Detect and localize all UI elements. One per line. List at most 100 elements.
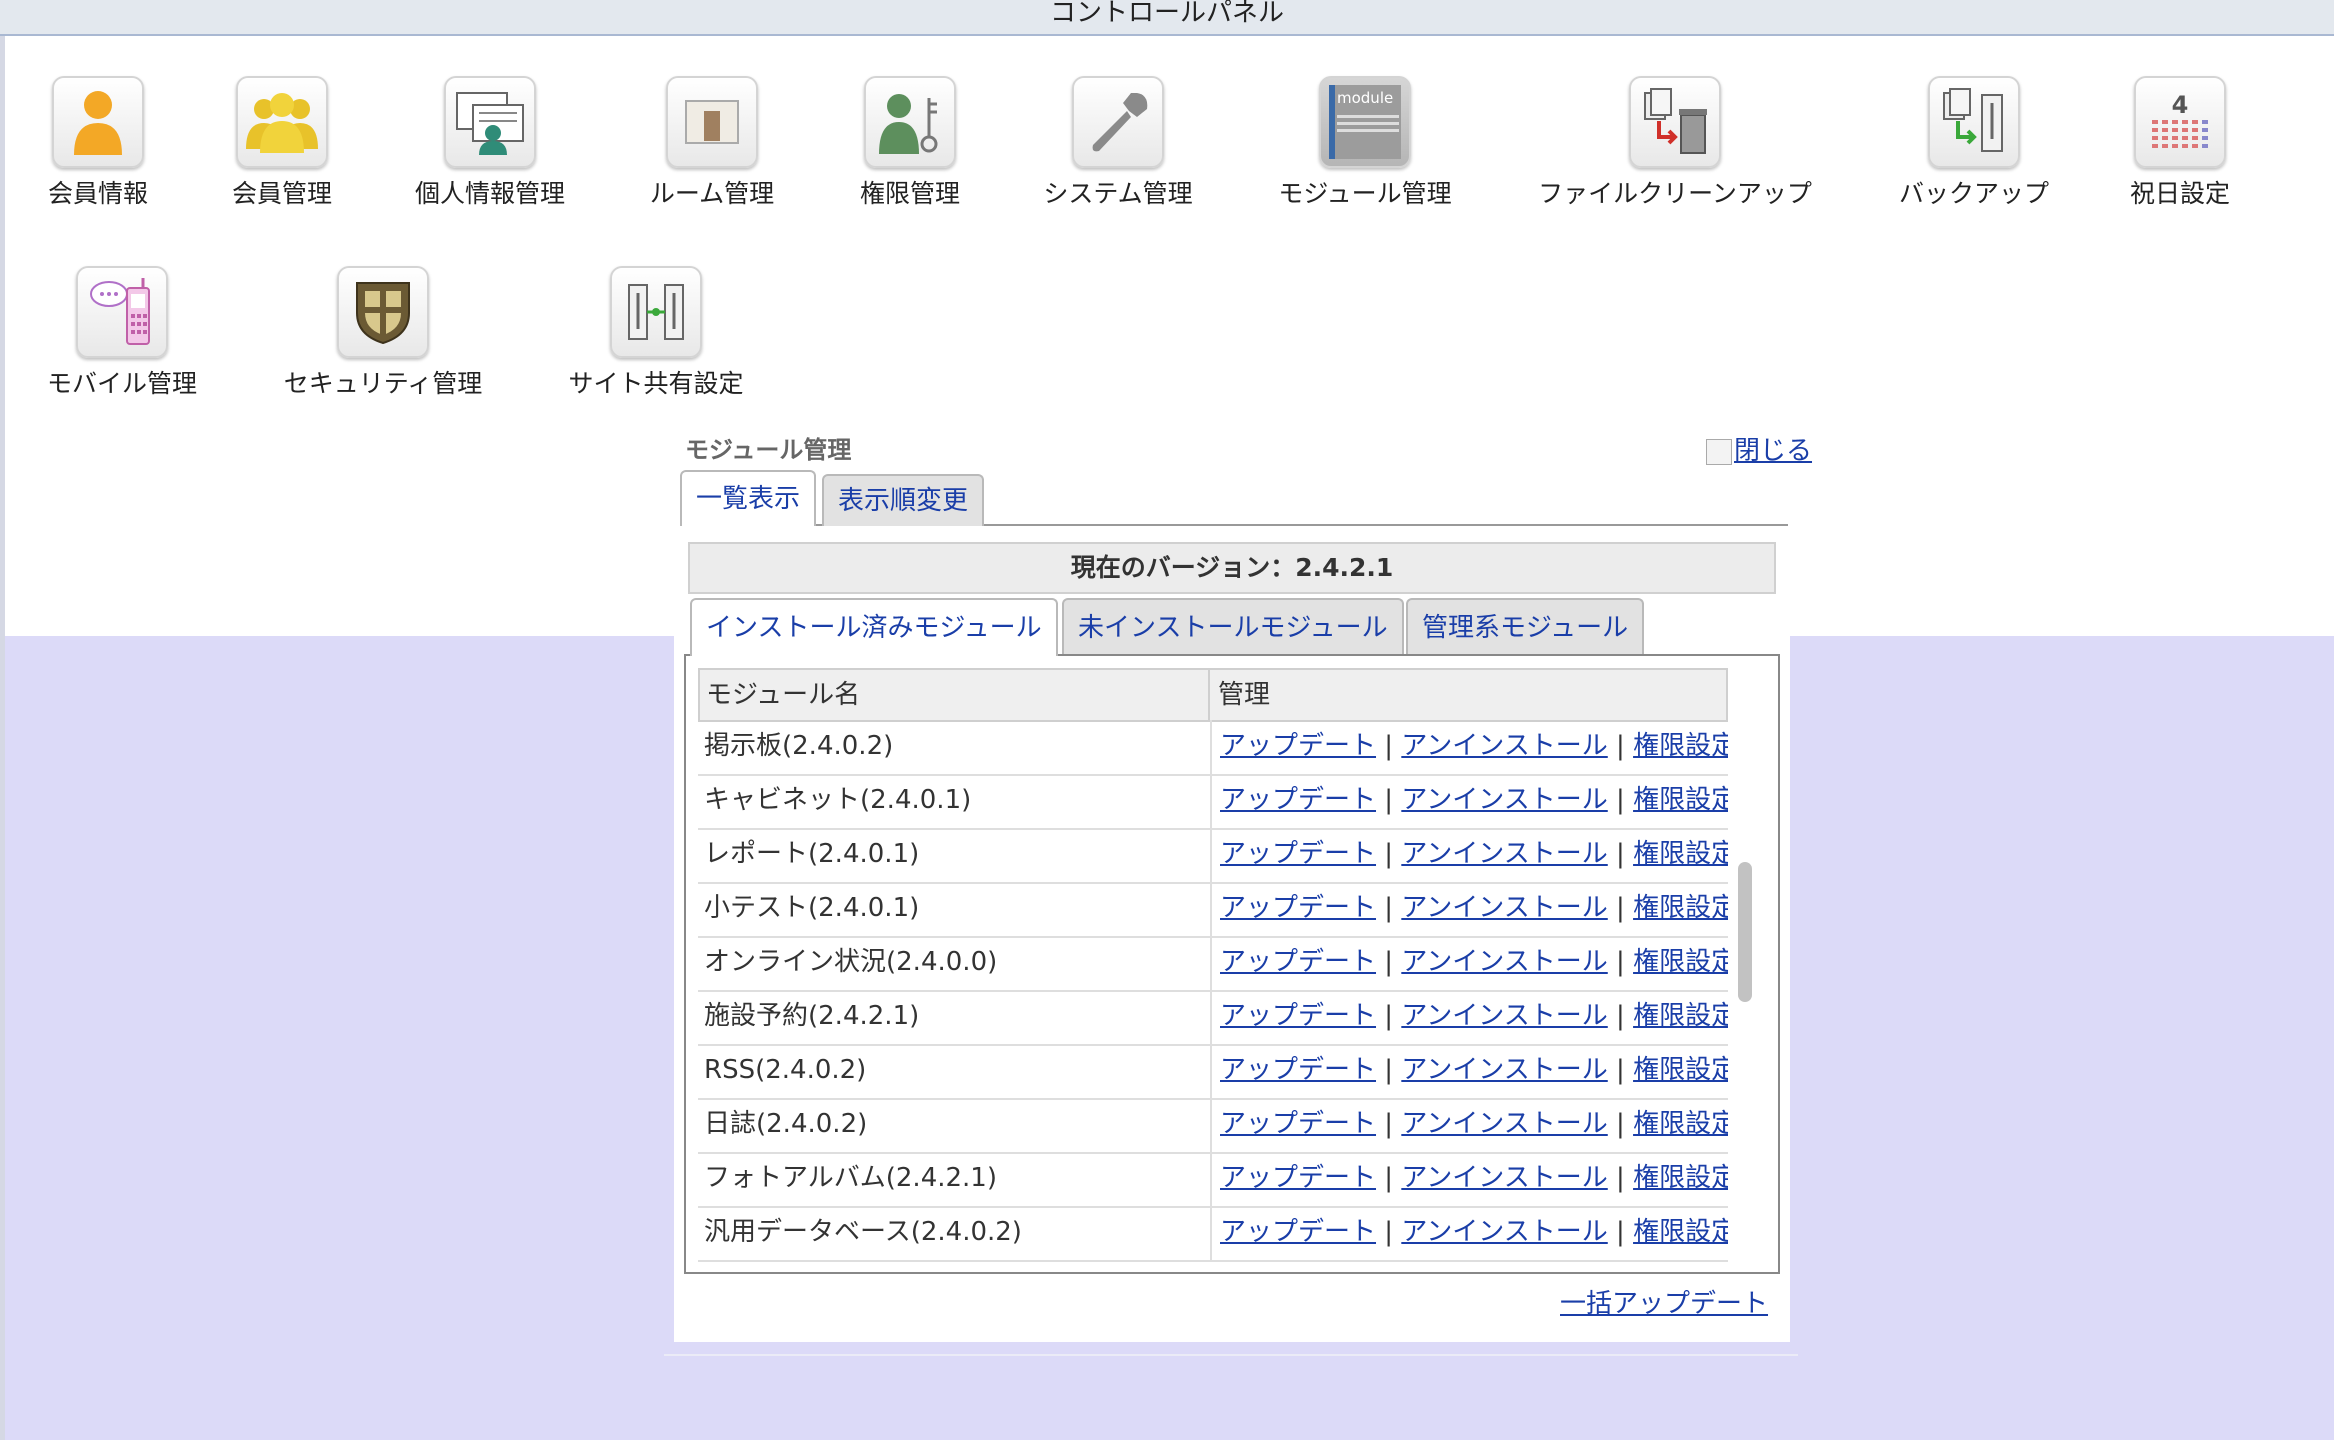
table-row: RSS(2.4.0.2) アップデート | アンインストール | 権限設定 bbox=[698, 1044, 1728, 1100]
column-divider bbox=[1210, 990, 1212, 1044]
separator: | bbox=[1384, 947, 1394, 977]
file-cleanup-trash-icon bbox=[1629, 76, 1721, 168]
table-row: 日誌(2.4.0.2) アップデート | アンインストール | 権限設定 bbox=[698, 1098, 1728, 1154]
module-actions: アップデート | アンインストール | 権限設定 bbox=[1220, 1206, 1728, 1258]
table-header: モジュール名 管理 bbox=[698, 668, 1728, 722]
separator: | bbox=[1384, 893, 1394, 923]
mobile-management-item[interactable]: モバイル管理 bbox=[44, 266, 200, 400]
column-divider bbox=[1210, 1206, 1212, 1260]
permission-settings-link[interactable]: 権限設定 bbox=[1633, 893, 1728, 923]
tab-admin-modules[interactable]: 管理系モジュール bbox=[1406, 598, 1645, 656]
member-info-item[interactable]: 会員情報 bbox=[40, 76, 156, 210]
module-icon: module bbox=[1319, 76, 1411, 168]
uninstall-link[interactable]: アンインストール bbox=[1401, 1055, 1607, 1085]
separator: | bbox=[1616, 1109, 1625, 1139]
uninstall-link[interactable]: アンインストール bbox=[1401, 893, 1607, 923]
update-link[interactable]: アップデート bbox=[1220, 785, 1376, 815]
uninstall-link[interactable]: アンインストール bbox=[1401, 947, 1607, 977]
icon-label: 個人情報管理 bbox=[414, 179, 565, 208]
permission-settings-link[interactable]: 権限設定 bbox=[1633, 1109, 1728, 1139]
separator: | bbox=[1616, 1055, 1625, 1085]
window-title: コントロールパネル bbox=[0, 0, 2334, 36]
uninstall-link[interactable]: アンインストール bbox=[1401, 1109, 1607, 1139]
permission-settings-link[interactable]: 権限設定 bbox=[1633, 1055, 1728, 1085]
security-management-item[interactable]: セキュリティ管理 bbox=[278, 266, 488, 400]
users-icon bbox=[236, 76, 328, 168]
column-divider bbox=[1210, 720, 1212, 774]
module-icon-text: module bbox=[1337, 89, 1394, 107]
update-link[interactable]: アップデート bbox=[1220, 839, 1376, 869]
backup-icon bbox=[1928, 76, 2020, 168]
permission-settings-link[interactable]: 権限設定 bbox=[1633, 947, 1728, 977]
user-icon bbox=[52, 76, 144, 168]
holiday-settings-item[interactable]: 4 祝日設定 bbox=[2120, 76, 2240, 210]
site-share-settings-item[interactable]: サイト共有設定 bbox=[564, 266, 748, 400]
table-row: 施設予約(2.4.2.1) アップデート | アンインストール | 権限設定 bbox=[698, 990, 1728, 1046]
calendar-day-text: 4 bbox=[2171, 91, 2189, 119]
separator: | bbox=[1616, 731, 1625, 761]
column-header-management: 管理 bbox=[1218, 680, 1271, 710]
update-link[interactable]: アップデート bbox=[1220, 893, 1376, 923]
table-scrollbar[interactable] bbox=[1738, 862, 1752, 1002]
uninstall-link[interactable]: アンインストール bbox=[1401, 731, 1607, 761]
update-link[interactable]: アップデート bbox=[1220, 1109, 1376, 1139]
module-actions: アップデート | アンインストール | 権限設定 bbox=[1220, 1152, 1728, 1204]
tab-uninstalled-modules[interactable]: 未インストールモジュール bbox=[1062, 598, 1404, 656]
uninstall-link[interactable]: アンインストール bbox=[1401, 1001, 1607, 1031]
panel-bottom-line bbox=[664, 1354, 1798, 1356]
backup-item[interactable]: バックアップ bbox=[1894, 76, 2054, 210]
uninstall-link[interactable]: アンインストール bbox=[1401, 1163, 1607, 1193]
mobile-phone-icon bbox=[76, 266, 168, 358]
update-link[interactable]: アップデート bbox=[1220, 947, 1376, 977]
separator: | bbox=[1384, 839, 1394, 869]
bulk-update-link[interactable]: 一括アップデート bbox=[1560, 1289, 1768, 1319]
system-management-item[interactable]: システム管理 bbox=[1038, 76, 1198, 210]
update-link[interactable]: アップデート bbox=[1220, 1055, 1376, 1085]
site-share-icon bbox=[610, 266, 702, 358]
permission-settings-link[interactable]: 権限設定 bbox=[1633, 1217, 1728, 1247]
tab-list-view[interactable]: 一覧表示 bbox=[680, 470, 817, 526]
permission-settings-link[interactable]: 権限設定 bbox=[1633, 1001, 1728, 1031]
table-row: レポート(2.4.0.1) アップデート | アンインストール | 権限設定 bbox=[698, 828, 1728, 884]
uninstall-link[interactable]: アンインストール bbox=[1401, 785, 1607, 815]
separator: | bbox=[1616, 785, 1625, 815]
module-actions: アップデート | アンインストール | 権限設定 bbox=[1220, 1098, 1728, 1150]
module-actions: アップデート | アンインストール | 権限設定 bbox=[1220, 720, 1728, 772]
uninstall-link[interactable]: アンインストール bbox=[1401, 839, 1607, 869]
column-divider bbox=[1210, 1044, 1212, 1098]
icon-label: セキュリティ管理 bbox=[283, 369, 483, 398]
permission-management-item[interactable]: 権限管理 bbox=[850, 76, 970, 210]
personal-info-management-item[interactable]: 個人情報管理 bbox=[410, 76, 570, 210]
module-management-item[interactable]: module モジュール管理 bbox=[1260, 76, 1470, 210]
update-link[interactable]: アップデート bbox=[1220, 1001, 1376, 1031]
wrench-icon bbox=[1072, 76, 1164, 168]
column-divider bbox=[1210, 774, 1212, 828]
separator: | bbox=[1616, 839, 1625, 869]
column-divider bbox=[1210, 1152, 1212, 1206]
left-edge bbox=[0, 36, 5, 1440]
icon-label: バックアップ bbox=[1898, 179, 2049, 208]
room-management-item[interactable]: ルーム管理 bbox=[642, 76, 782, 210]
permission-key-icon bbox=[864, 76, 956, 168]
close-link[interactable]: 閉じる bbox=[1706, 430, 1812, 467]
tab-display-order[interactable]: 表示順変更 bbox=[822, 474, 985, 526]
permission-settings-link[interactable]: 権限設定 bbox=[1633, 785, 1728, 815]
module-name: 施設予約(2.4.2.1) bbox=[704, 1001, 920, 1031]
bulk-update-area: 一括アップデート bbox=[1560, 1283, 1768, 1320]
separator: | bbox=[1384, 1001, 1394, 1031]
module-name: 日誌(2.4.0.2) bbox=[704, 1109, 868, 1139]
module-table: モジュール名 管理 掲示板(2.4.0.2) アップデート | アンインストール … bbox=[684, 654, 1780, 1274]
update-link[interactable]: アップデート bbox=[1220, 731, 1376, 761]
icon-label: モジュール管理 bbox=[1278, 179, 1452, 208]
file-cleanup-item[interactable]: ファイルクリーンアップ bbox=[1530, 76, 1820, 210]
permission-settings-link[interactable]: 権限設定 bbox=[1633, 839, 1728, 869]
permission-settings-link[interactable]: 権限設定 bbox=[1633, 1163, 1728, 1193]
permission-settings-link[interactable]: 権限設定 bbox=[1633, 731, 1728, 761]
update-link[interactable]: アップデート bbox=[1220, 1217, 1376, 1247]
icon-label: サイト共有設定 bbox=[568, 369, 744, 398]
member-management-item[interactable]: 会員管理 bbox=[224, 76, 340, 210]
column-divider bbox=[1210, 882, 1212, 936]
uninstall-link[interactable]: アンインストール bbox=[1401, 1217, 1607, 1247]
update-link[interactable]: アップデート bbox=[1220, 1163, 1376, 1193]
tab-installed-modules[interactable]: インストール済みモジュール bbox=[690, 598, 1058, 656]
